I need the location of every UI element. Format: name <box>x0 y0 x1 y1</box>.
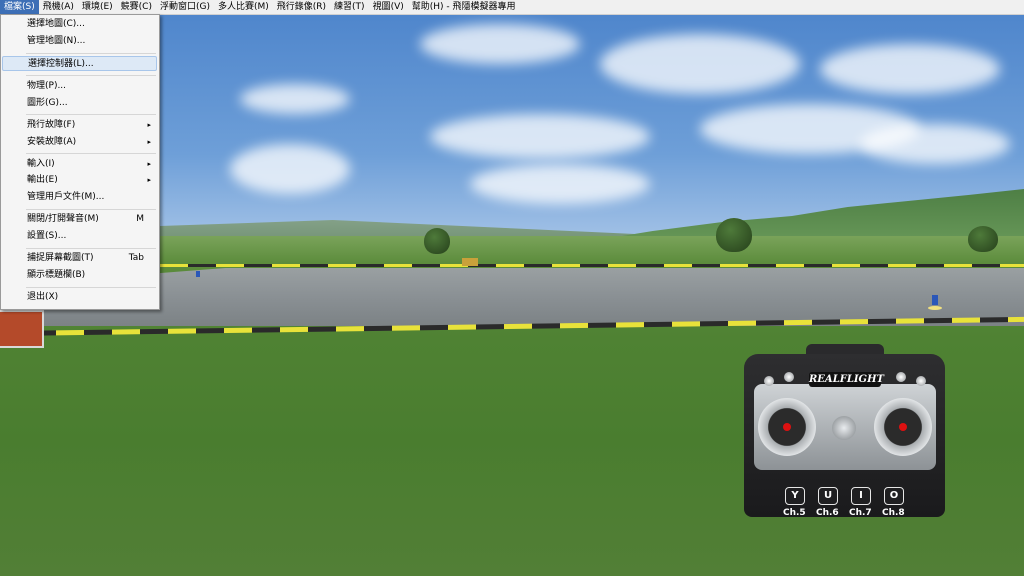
submenu-arrow-icon: ▸ <box>147 176 151 184</box>
menu-file[interactable]: 檔案(S) <box>0 0 39 14</box>
tree <box>424 228 450 254</box>
center-knob[interactable] <box>832 416 856 440</box>
menu-view[interactable]: 視圖(V) <box>369 0 408 14</box>
menu-separator <box>26 209 156 210</box>
tree <box>968 226 998 252</box>
menu-shortcut: Tab <box>128 253 144 263</box>
menu-item-input[interactable]: 輸入(I) ▸ <box>2 157 157 172</box>
marker-base <box>928 306 942 310</box>
stick-tip <box>899 423 907 431</box>
toggle-switch-icon[interactable] <box>764 376 774 386</box>
ch5-key-button[interactable]: Y <box>785 487 805 505</box>
ch7-label: Ch.7 <box>849 508 872 518</box>
small-building <box>462 258 478 266</box>
menu-item-show-titlebar[interactable]: 顯示標題欄(B) <box>2 268 157 283</box>
submenu-arrow-icon: ▸ <box>147 121 151 129</box>
blue-marker <box>932 295 938 305</box>
menu-item-install-failures[interactable]: 安裝故障(A) ▸ <box>2 135 157 150</box>
rc-transmitter-overlay[interactable]: REALFLIGHT Y U I O Ch.5 Ch.6 Ch.7 Ch.8 <box>744 344 945 518</box>
file-dropdown-menu: 選擇地圖(C)... 管理地圖(N)... 選擇控制器(L)... 物理(P).… <box>0 14 160 310</box>
menu-item-label: 安裝故障(A) <box>27 137 77 147</box>
menu-help[interactable]: 幫助(H) - 飛隱模擬器專用 <box>408 0 520 14</box>
menu-separator <box>26 75 156 76</box>
menu-item-label: 飛行故障(F) <box>27 120 76 130</box>
cloud <box>420 24 580 64</box>
menu-training[interactable]: 練習(T) <box>330 0 369 14</box>
menu-shortcut: M <box>136 214 144 224</box>
menu-item-output[interactable]: 輸出(E) ▸ <box>2 173 157 188</box>
menu-item-select-controller[interactable]: 選擇控制器(L)... <box>2 56 157 71</box>
cloud <box>860 124 1010 164</box>
left-gimbal-stick[interactable] <box>758 398 816 456</box>
menu-separator <box>26 287 156 288</box>
menu-item-flight-failures[interactable]: 飛行故障(F) ▸ <box>2 118 157 133</box>
menu-item-label: 關閉/打開聲音(M) <box>27 214 99 224</box>
cloud <box>430 114 650 159</box>
cloud <box>240 84 350 114</box>
ch8-label: Ch.8 <box>882 508 905 518</box>
menu-multiplayer[interactable]: 多人比賽(M) <box>214 0 273 14</box>
cloud <box>230 144 350 194</box>
menu-item-label: 輸出(E) <box>27 175 58 185</box>
menu-item-manage-maps[interactable]: 管理地圖(N)... <box>2 34 157 49</box>
menu-item-toggle-sound[interactable]: 關閉/打開聲音(M) M <box>2 212 157 227</box>
toggle-switch-icon[interactable] <box>916 376 926 386</box>
transmitter-body: REALFLIGHT Y U I O Ch.5 Ch.6 Ch.7 Ch.8 <box>744 354 945 518</box>
menu-item-physics[interactable]: 物理(P)... <box>2 79 157 94</box>
cloud <box>470 164 650 204</box>
pilot-shelter <box>0 310 44 348</box>
runway-edge-stripe <box>160 264 1024 267</box>
right-gimbal-stick[interactable] <box>874 398 932 456</box>
toggle-switch-icon[interactable] <box>896 372 906 382</box>
menu-aircraft[interactable]: 飛機(A) <box>39 0 78 14</box>
stick-tip <box>783 423 791 431</box>
menu-item-exit[interactable]: 退出(X) <box>2 290 157 305</box>
menu-item-label: 輸入(I) <box>27 159 55 169</box>
tree <box>716 218 752 252</box>
cloud <box>820 44 1000 94</box>
menu-separator <box>26 53 156 54</box>
ch7-key-button[interactable]: I <box>851 487 871 505</box>
ch6-label: Ch.6 <box>816 508 839 518</box>
cloud <box>600 34 800 94</box>
menu-separator <box>26 153 156 154</box>
menu-item-select-map[interactable]: 選擇地圖(C)... <box>2 17 157 32</box>
ch6-key-button[interactable]: U <box>818 487 838 505</box>
ch5-label: Ch.5 <box>783 508 806 518</box>
menu-item-manage-user-files[interactable]: 管理用戶文件(M)... <box>2 190 157 205</box>
menu-item-settings[interactable]: 設置(S)... <box>2 229 157 244</box>
menu-item-screenshot[interactable]: 捕捉屏幕截圖(T) Tab <box>2 251 157 266</box>
menu-separator <box>26 114 156 115</box>
menu-item-label: 捕捉屏幕截圖(T) <box>27 253 94 263</box>
menu-bar: 檔案(S) 飛機(A) 環境(E) 競賽(C) 浮動窗口(G) 多人比賽(M) … <box>0 0 1024 15</box>
ch8-key-button[interactable]: O <box>884 487 904 505</box>
submenu-arrow-icon: ▸ <box>147 138 151 146</box>
menu-separator <box>26 248 156 249</box>
submenu-arrow-icon: ▸ <box>147 160 151 168</box>
menu-floating-windows[interactable]: 浮動窗口(G) <box>156 0 214 14</box>
realflight-logo: REALFLIGHT <box>809 372 884 387</box>
menu-flight-recording[interactable]: 飛行錄像(R) <box>273 0 330 14</box>
menu-item-graphics[interactable]: 圖形(G)... <box>2 96 157 111</box>
menu-environment[interactable]: 環境(E) <box>78 0 117 14</box>
blue-marker <box>196 271 200 277</box>
toggle-switch-icon[interactable] <box>784 372 794 382</box>
menu-challenge[interactable]: 競賽(C) <box>117 0 156 14</box>
